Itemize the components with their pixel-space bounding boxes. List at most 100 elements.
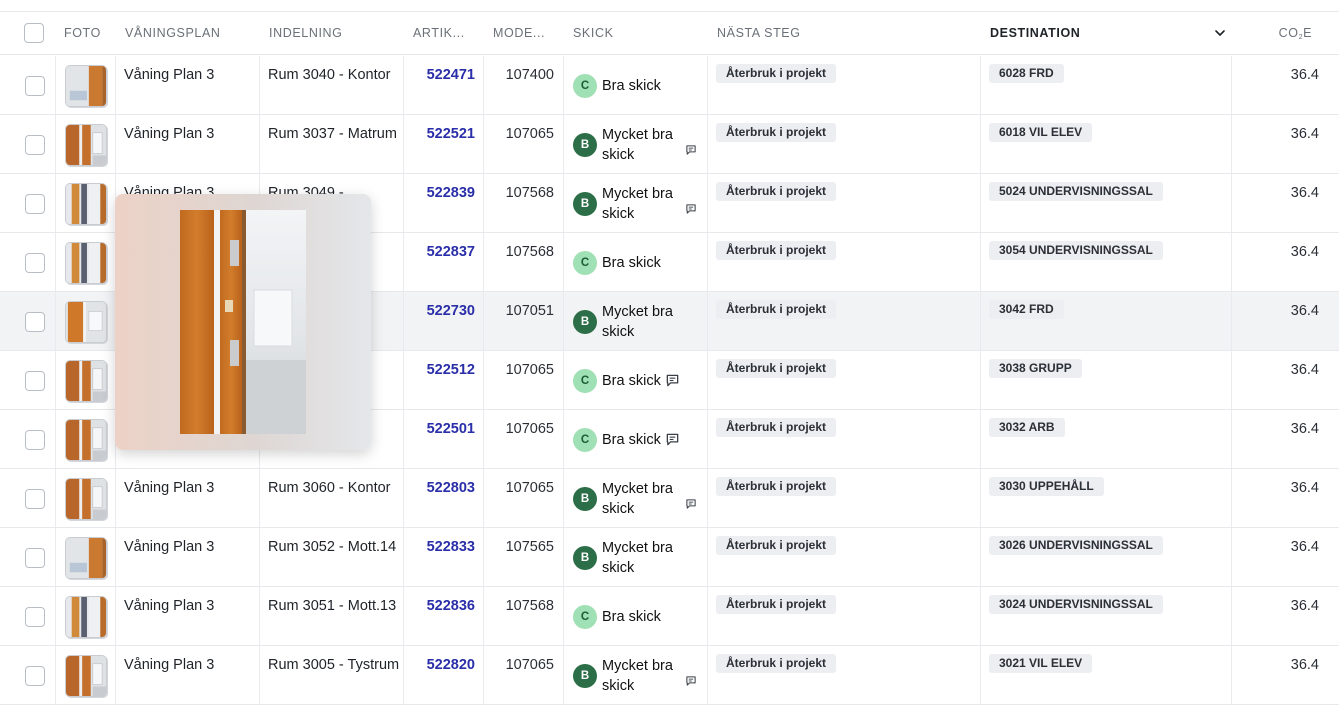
model-cell: 107568 [505, 244, 554, 260]
table-row[interactable]: Våning Plan 3 Rum 3052 - Mott.14 522833 107… [0, 528, 1339, 587]
product-photo-thumbnail[interactable] [65, 183, 107, 225]
column-divider [563, 410, 564, 468]
article-link[interactable]: 522837 [404, 242, 475, 262]
product-photo-thumbnail[interactable] [65, 65, 107, 107]
column-divider [707, 174, 708, 232]
next-step-chip: Återbruk i projekt [716, 654, 837, 673]
destination-chip: 6028 FRD [989, 64, 1064, 83]
condition-label: Mycket bra skick [602, 657, 673, 694]
grade-badge: B [573, 486, 597, 511]
condition-label: Mycket bra skick [602, 539, 673, 576]
condition-label: Mycket bra skick [602, 303, 673, 340]
row-checkbox[interactable] [25, 312, 45, 332]
product-photo-thumbnail[interactable] [65, 419, 107, 461]
header-foto[interactable]: FOTO [64, 12, 101, 54]
header-next-step[interactable]: NÄSTA STEG [717, 12, 801, 54]
column-divider [980, 56, 981, 114]
comment-icon[interactable] [665, 373, 680, 388]
room-cell: Rum 3005 - Tystrum [268, 657, 400, 673]
column-divider [707, 351, 708, 409]
floor-cell: Våning Plan 3 [124, 67, 215, 83]
grade-badge: C [573, 73, 597, 98]
column-divider [55, 115, 56, 173]
article-link[interactable]: 522820 [404, 655, 475, 675]
co2e-value: 36.4 [1290, 539, 1319, 555]
table-row[interactable]: Våning Plan 3 Rum 3040 - Kontor 522471 1074… [0, 56, 1339, 115]
chevron-down-icon[interactable] [1212, 25, 1228, 41]
grade-badge: C [573, 427, 597, 452]
column-divider [1231, 410, 1232, 468]
product-photo-thumbnail[interactable] [65, 124, 107, 166]
row-checkbox[interactable] [25, 253, 45, 273]
article-link[interactable]: 522521 [404, 124, 475, 144]
comment-icon[interactable] [685, 497, 697, 509]
column-divider [707, 469, 708, 527]
row-checkbox[interactable] [25, 135, 45, 155]
grade-badge: C [573, 250, 597, 275]
column-divider [259, 115, 260, 173]
floor-cell: Våning Plan 3 [124, 126, 215, 142]
next-step-chip: Återbruk i projekt [716, 300, 837, 319]
comment-icon[interactable] [685, 143, 697, 155]
condition-cell: C Bra skick [573, 587, 682, 646]
column-divider [980, 410, 981, 468]
condition-cell: B Mycket bra skick [573, 292, 682, 351]
column-divider [980, 528, 981, 586]
product-photo-thumbnail[interactable] [65, 655, 107, 697]
header-article[interactable]: ARTIK... [413, 12, 465, 54]
product-photo-thumbnail[interactable] [65, 242, 107, 284]
row-checkbox[interactable] [25, 666, 45, 686]
column-divider [563, 174, 564, 232]
column-divider [259, 528, 260, 586]
model-cell: 107568 [505, 185, 554, 201]
table-row[interactable]: Våning Plan 3 Rum 3051 - Mott.13 522836 107… [0, 587, 1339, 646]
model-cell: 107065 [505, 126, 554, 142]
article-link[interactable]: 522833 [404, 537, 475, 557]
comment-icon[interactable] [685, 674, 697, 686]
row-checkbox[interactable] [25, 489, 45, 509]
select-all-checkbox[interactable] [24, 23, 44, 43]
row-checkbox[interactable] [25, 430, 45, 450]
floor-cell: Våning Plan 3 [124, 657, 215, 673]
product-photo-thumbnail[interactable] [65, 596, 107, 638]
table-row[interactable]: Våning Plan 3 Rum 3060 - Kontor 522803 1070… [0, 469, 1339, 528]
column-divider [1231, 351, 1232, 409]
header-co2e[interactable]: CO 2 E [1240, 12, 1312, 54]
next-step-chip: Återbruk i projekt [716, 241, 837, 260]
row-checkbox[interactable] [25, 548, 45, 568]
comment-icon[interactable] [665, 432, 680, 447]
article-link[interactable]: 522803 [404, 478, 475, 498]
article-link[interactable]: 522730 [404, 301, 475, 321]
header-room[interactable]: INDELNING [269, 12, 342, 54]
article-link[interactable]: 522839 [404, 183, 475, 203]
comment-icon[interactable] [685, 202, 697, 214]
article-link[interactable]: 522836 [404, 596, 475, 616]
article-link[interactable]: 522501 [404, 419, 475, 439]
header-destination[interactable]: DESTINATION [990, 12, 1080, 54]
floor-cell: Våning Plan 3 [124, 598, 215, 614]
article-link[interactable]: 522512 [404, 360, 475, 380]
row-checkbox[interactable] [25, 371, 45, 391]
article-link[interactable]: 522471 [404, 65, 475, 85]
product-photo-thumbnail[interactable] [65, 360, 107, 402]
column-divider [980, 351, 981, 409]
column-divider [55, 528, 56, 586]
condition-cell: B Mycket bra skick [573, 115, 682, 174]
condition-label: Bra skick [602, 608, 661, 625]
select-all-cell[interactable] [24, 12, 44, 54]
condition-cell: C Bra skick [573, 56, 682, 115]
product-photo-thumbnail[interactable] [65, 537, 107, 579]
product-photo-thumbnail[interactable] [65, 478, 107, 520]
header-model[interactable]: MODE... [493, 12, 545, 54]
row-checkbox[interactable] [25, 76, 45, 96]
product-photo-thumbnail[interactable] [65, 301, 107, 343]
table-row[interactable]: Våning Plan 3 Rum 3005 - Tystrum 522820 107… [0, 646, 1339, 705]
row-checkbox[interactable] [25, 607, 45, 627]
room-cell: Rum 3051 - Mott.13 [268, 598, 397, 614]
row-checkbox[interactable] [25, 194, 45, 214]
table-row[interactable]: Våning Plan 3 Rum 3037 - Matrum 522521 1070… [0, 115, 1339, 174]
header-condition[interactable]: SKICK [573, 12, 614, 54]
column-divider [707, 528, 708, 586]
header-floor[interactable]: VÅNINGSPLAN [125, 12, 221, 54]
condition-label: Mycket bra skick [602, 480, 673, 517]
